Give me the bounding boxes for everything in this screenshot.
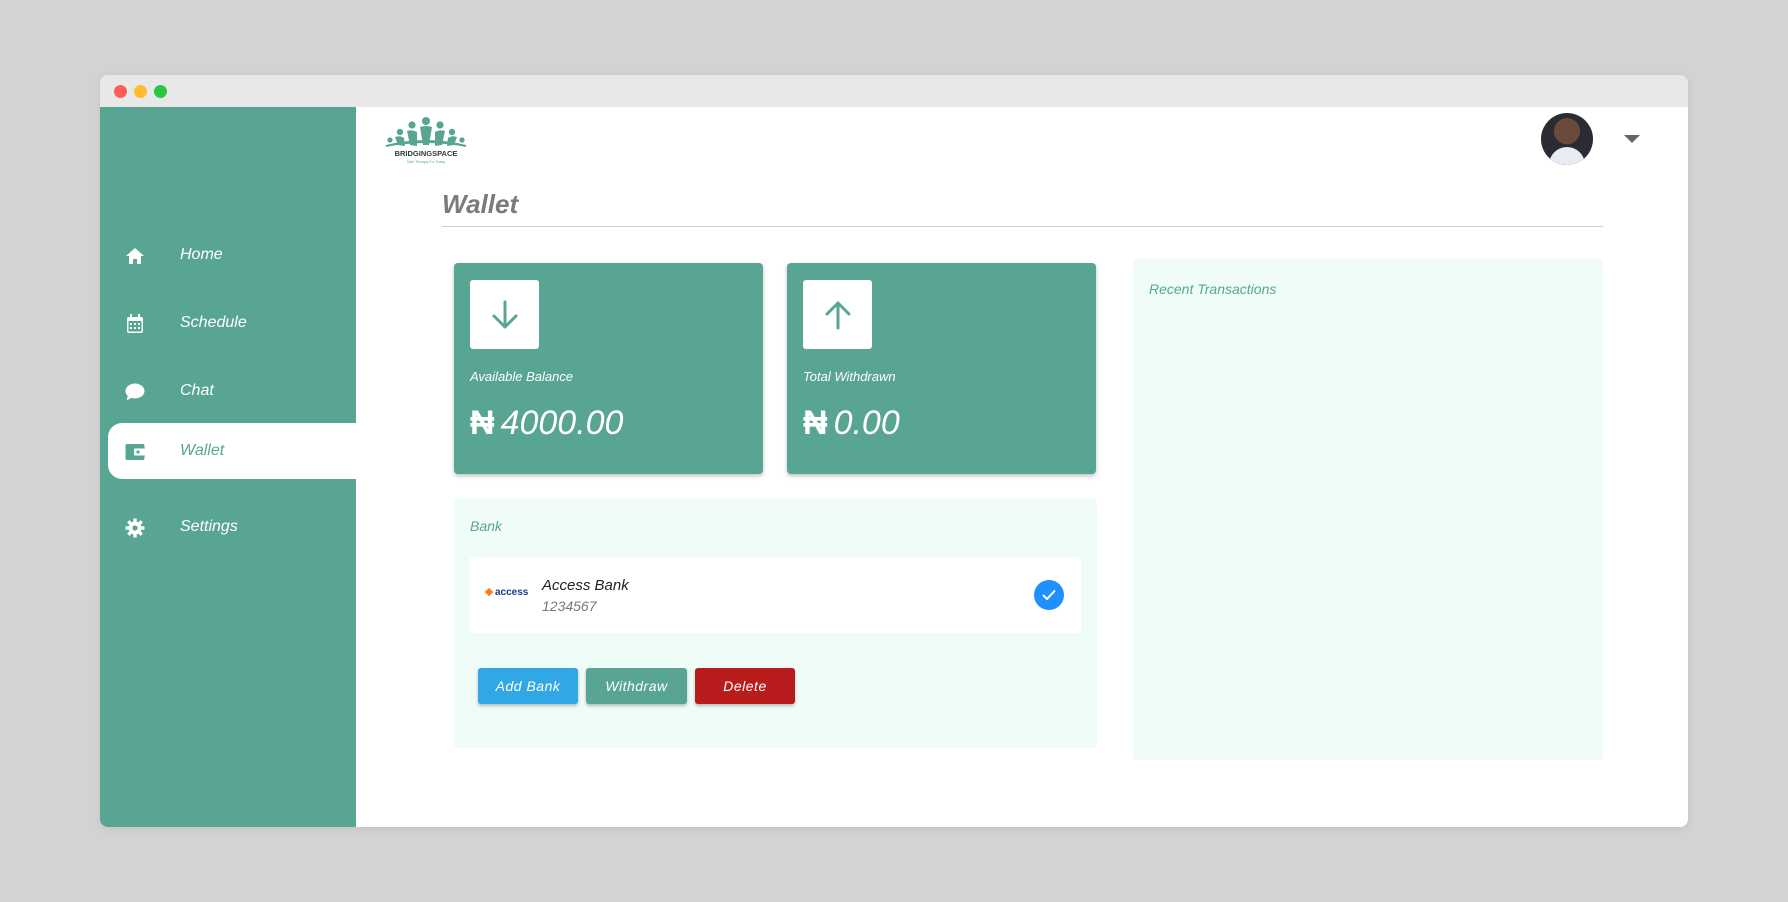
brand-tagline: Safe Therapy For Today bbox=[407, 160, 446, 164]
withdraw-button[interactable]: Withdraw bbox=[586, 668, 687, 704]
close-window-button[interactable] bbox=[114, 85, 127, 98]
title-divider bbox=[442, 226, 1603, 227]
bank-name: Access Bank bbox=[542, 577, 629, 594]
sidebar-item-wallet[interactable]: Wallet bbox=[108, 423, 356, 479]
wallet-icon bbox=[124, 441, 146, 463]
chevron-down-icon[interactable] bbox=[1624, 135, 1640, 143]
chat-bubble-icon bbox=[124, 381, 146, 403]
currency-symbol: ₦ bbox=[470, 404, 495, 442]
bank-account-row[interactable]: access Access Bank 1234567 bbox=[470, 557, 1081, 633]
bank-account-number: 1234567 bbox=[542, 598, 597, 614]
calendar-icon bbox=[124, 313, 146, 335]
stat-label: Available Balance bbox=[470, 369, 574, 384]
sidebar: Home Schedule Chat Wallet Settings bbox=[100, 107, 356, 827]
stat-amount: 4000.00 bbox=[500, 404, 624, 442]
minimize-window-button[interactable] bbox=[134, 85, 147, 98]
sidebar-item-chat[interactable]: Chat bbox=[108, 363, 356, 419]
total-withdrawn-value: ₦ 0.00 bbox=[803, 404, 900, 443]
sidebar-item-label: Chat bbox=[180, 382, 214, 399]
recent-transactions-panel: Recent Transactions bbox=[1133, 259, 1603, 760]
bank-logo-text: access bbox=[495, 587, 529, 598]
page-title: Wallet bbox=[442, 189, 519, 219]
bank-panel: Bank access Access Bank 1234567 Add Bank… bbox=[454, 498, 1097, 748]
sidebar-item-schedule[interactable]: Schedule bbox=[108, 295, 356, 351]
brand-name: BRIDGINGSPACE bbox=[395, 149, 458, 158]
sidebar-item-settings[interactable]: Settings bbox=[108, 499, 356, 555]
browser-window: Home Schedule Chat Wallet Settings BRIDG… bbox=[100, 75, 1688, 827]
bridgingspace-logo[interactable]: BRIDGINGSPACE Safe Therapy For Today bbox=[382, 115, 470, 165]
bank-panel-title: Bank bbox=[470, 518, 502, 534]
home-icon bbox=[124, 245, 146, 267]
gear-icon bbox=[124, 517, 146, 539]
available-balance-value: ₦ 4000.00 bbox=[470, 404, 623, 443]
stat-amount: 0.00 bbox=[833, 404, 900, 442]
maximize-window-button[interactable] bbox=[154, 85, 167, 98]
user-avatar[interactable] bbox=[1541, 113, 1593, 165]
window-titlebar bbox=[100, 75, 1688, 107]
sidebar-item-label: Schedule bbox=[180, 314, 247, 331]
sidebar-item-label: Wallet bbox=[180, 442, 225, 459]
sidebar-item-label: Settings bbox=[180, 518, 238, 535]
recent-transactions-title: Recent Transactions bbox=[1149, 281, 1277, 297]
add-bank-button[interactable]: Add Bank bbox=[478, 668, 578, 704]
total-withdrawn-card: Total Withdrawn ₦ 0.00 bbox=[787, 263, 1096, 474]
available-balance-card: Available Balance ₦ 4000.00 bbox=[454, 263, 763, 474]
access-bank-logo: access bbox=[484, 587, 529, 598]
arrow-up-icon bbox=[803, 280, 872, 349]
check-icon[interactable] bbox=[1034, 580, 1064, 610]
stat-label: Total Withdrawn bbox=[803, 369, 896, 384]
currency-symbol: ₦ bbox=[803, 404, 828, 442]
delete-button[interactable]: Delete bbox=[695, 668, 795, 704]
arrow-down-icon bbox=[470, 280, 539, 349]
sidebar-item-label: Home bbox=[180, 246, 223, 263]
sidebar-item-home[interactable]: Home bbox=[108, 227, 356, 283]
